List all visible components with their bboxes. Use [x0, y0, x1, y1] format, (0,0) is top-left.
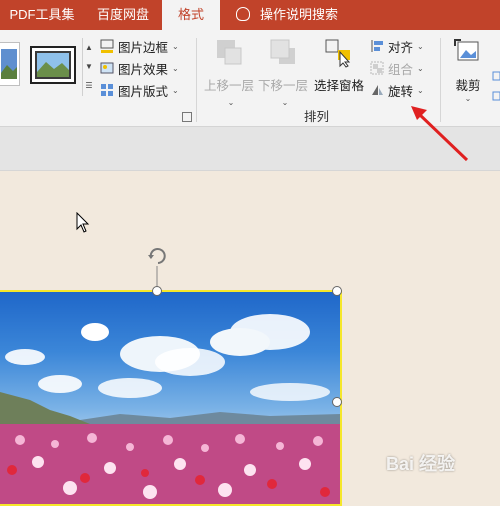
resize-handle-top-right[interactable] — [332, 286, 342, 296]
rotate-icon — [372, 85, 383, 95]
watermark: Bai 经验 — [386, 454, 456, 474]
mouse-cursor-icon — [76, 212, 90, 233]
picture-effects-icon — [100, 62, 114, 74]
selected-picture[interactable] — [0, 290, 342, 506]
rotate-label: 旋转 — [388, 84, 414, 99]
more-icon[interactable]: ☰ — [83, 76, 95, 95]
picture-effects-button[interactable]: 图片效果 ⌄ — [100, 58, 179, 78]
picture-border-button[interactable]: 图片边框 ⌄ — [100, 36, 179, 56]
annotation-arrow-icon — [411, 106, 469, 162]
send-backward-icon — [270, 39, 295, 64]
picture-layout-label: 图片版式 — [118, 84, 169, 99]
picture-style-thumbnail-selected[interactable] — [30, 46, 76, 84]
arrange-group-label: 排列 — [304, 110, 330, 124]
scroll-up-icon[interactable]: ▲ — [83, 38, 95, 57]
landscape-icon — [1, 49, 17, 79]
tell-me-search[interactable]: 操作说明搜索 — [236, 0, 338, 30]
selection-pane-icon — [325, 39, 351, 68]
tell-me-label: 操作说明搜索 — [260, 7, 339, 22]
crop-icon — [454, 39, 479, 61]
tab-format[interactable]: 格式 — [162, 0, 220, 32]
align-icon — [371, 40, 383, 52]
resize-handle-top[interactable] — [152, 286, 162, 296]
group-button[interactable]: 组合 ⌄ — [370, 58, 424, 78]
picture-effects-label: 图片效果 — [118, 62, 169, 77]
group-separator — [196, 38, 197, 122]
bring-forward-icon — [217, 40, 242, 65]
size-icon — [492, 71, 500, 101]
selection-pane-button[interactable]: 选择窗格 — [312, 38, 366, 94]
bring-forward-label: 上移一层 — [203, 79, 254, 93]
picture-layout-icon — [101, 84, 113, 96]
rotation-handle-icon[interactable] — [145, 244, 169, 292]
align-button[interactable]: 对齐 ⌄ — [370, 36, 424, 56]
group-label: 组合 — [388, 62, 414, 77]
lightbulb-icon — [236, 7, 250, 21]
dialog-launcher-icon[interactable] — [182, 112, 192, 122]
crop-button[interactable]: 裁剪 ⌄ — [448, 38, 488, 103]
group-icon — [370, 61, 384, 75]
crop-label: 裁剪 — [455, 79, 481, 93]
gallery-scroll[interactable]: ▲ ▼ ☰ — [82, 38, 95, 96]
send-backward-label: 下移一层 — [257, 79, 308, 93]
rotate-button[interactable]: 旋转 ⌄ — [370, 80, 424, 100]
tab-baidu-netdisk[interactable]: 百度网盘 — [84, 0, 162, 30]
scroll-down-icon[interactable]: ▼ — [83, 57, 95, 76]
send-backward-button[interactable]: 下移一层⌄ — [256, 38, 310, 108]
selection-pane-label: 选择窗格 — [313, 79, 364, 93]
ribbon-tab-bar: PDF工具集 百度网盘 格式 操作说明搜索 — [0, 0, 500, 32]
pen-icon — [100, 39, 114, 53]
picture-border-label: 图片边框 — [118, 40, 169, 55]
bring-forward-button[interactable]: 上移一层⌄ — [202, 38, 256, 108]
flower-field-photo — [0, 314, 340, 504]
align-label: 对齐 — [388, 40, 414, 55]
landscape-icon — [35, 51, 71, 79]
resize-handle-right[interactable] — [332, 397, 342, 407]
picture-style-thumbnail[interactable] — [0, 42, 20, 86]
picture-layout-button[interactable]: 图片版式 ⌄ — [100, 80, 179, 100]
tab-pdf-tools[interactable]: PDF工具集 — [0, 0, 84, 30]
